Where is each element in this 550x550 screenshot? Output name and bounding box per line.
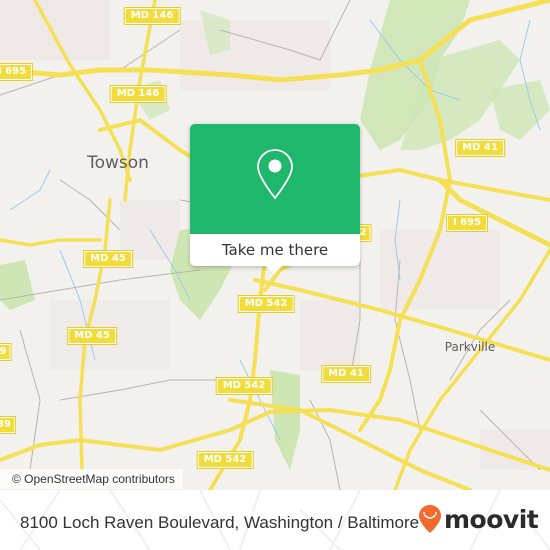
route-shield-md542-south: MD 542 — [215, 377, 273, 395]
route-shield-md139-partial: 39 — [0, 416, 16, 434]
route-shield-i695-east: I 695 — [445, 214, 489, 232]
map-view[interactable]: Towson Parkville I 695 MD 146 MD 146 MD … — [0, 0, 550, 490]
map-attribution[interactable]: © OpenStreetMap contributors — [0, 469, 183, 489]
route-shield-md45-south: MD 45 — [67, 327, 117, 345]
take-me-there-label[interactable]: Take me there — [190, 234, 360, 266]
destination-popup: Take me there — [190, 124, 360, 274]
popup-header — [190, 124, 360, 234]
route-shield-md542-bottom: MD 542 — [196, 451, 254, 469]
destination-address: 8100 Loch Raven Boulevard, Washington / … — [20, 513, 420, 532]
route-shield-md41-south: MD 41 — [321, 365, 371, 383]
popup-pointer — [266, 266, 282, 274]
footer-bar: 8100 Loch Raven Boulevard, Washington / … — [0, 490, 550, 550]
route-shield-md41-north: MD 41 — [455, 139, 505, 157]
route-shield-md45-north: MD 45 — [83, 250, 133, 268]
map-pin-icon — [257, 149, 293, 200]
moovit-pin-smile-icon — [419, 505, 441, 533]
take-me-there-button[interactable]: Take me there — [190, 234, 360, 266]
place-label-towson: Towson — [87, 153, 149, 173]
route-shield-i695-west: I 695 — [0, 63, 34, 81]
route-shield-md542-center: MD 542 — [237, 295, 295, 313]
route-shield-md146-south: MD 146 — [109, 85, 167, 103]
moovit-logo[interactable]: moovit — [418, 504, 539, 534]
place-label-parkville: Parkville — [444, 340, 496, 354]
route-shield-md146-north: MD 146 — [123, 7, 181, 25]
moovit-wordmark: moovit — [444, 504, 539, 534]
route-shield-partial-left: 9 — [0, 343, 12, 361]
